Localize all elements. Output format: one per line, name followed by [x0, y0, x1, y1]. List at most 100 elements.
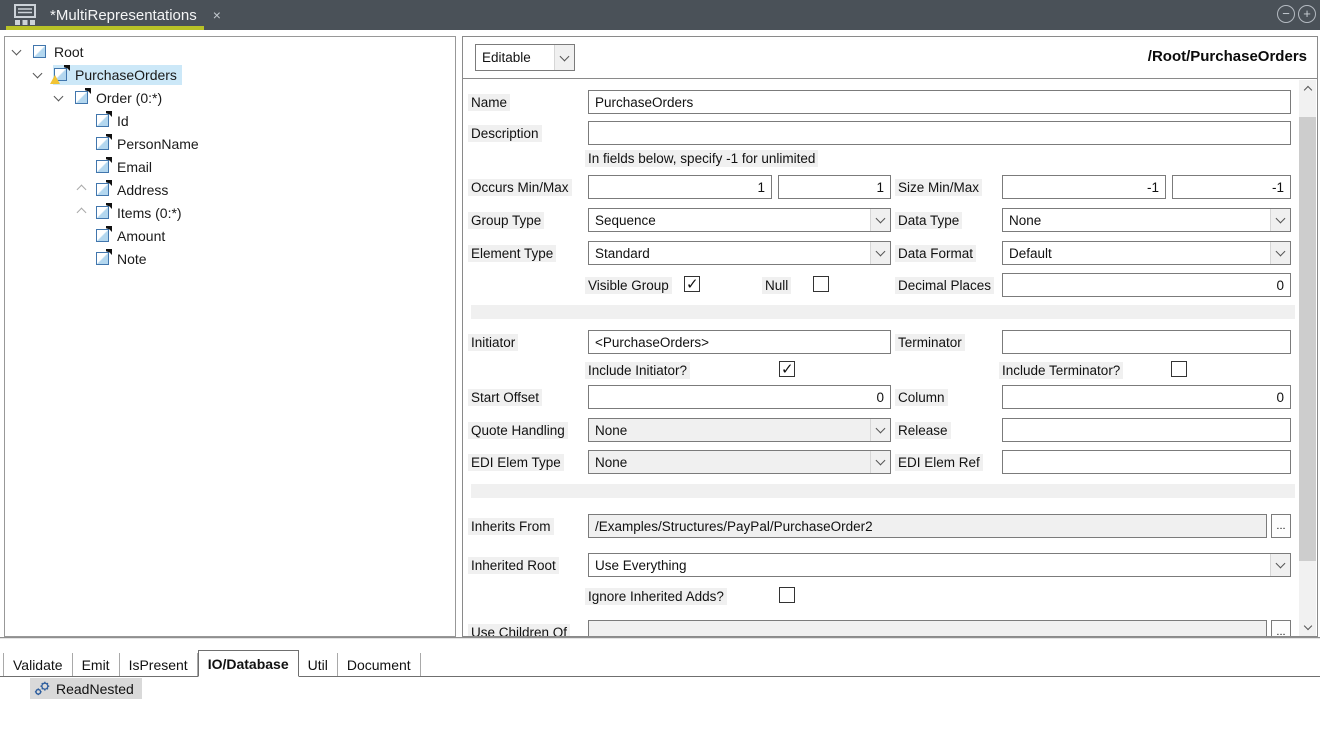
- group-type-select[interactable]: Sequence: [588, 208, 891, 232]
- release-input[interactable]: [1002, 418, 1291, 442]
- element-icon: [96, 183, 109, 196]
- edi-elem-type-label: EDI Elem Type: [468, 454, 564, 471]
- chevron-down-icon[interactable]: [1270, 554, 1290, 576]
- tree-item-label: Root: [54, 44, 84, 60]
- tree-item-email[interactable]: Email: [5, 155, 157, 178]
- chevron-down-icon[interactable]: [55, 96, 74, 100]
- tree-item-items[interactable]: Items (0:*): [5, 201, 187, 224]
- terminator-input[interactable]: [1002, 330, 1291, 354]
- tab-util[interactable]: Util: [299, 653, 338, 676]
- edi-elem-ref-input[interactable]: [1002, 450, 1291, 474]
- tab-io-database[interactable]: IO/Database: [198, 650, 299, 677]
- name-label: Name: [468, 94, 510, 111]
- tree-item-order[interactable]: Order (0:*): [5, 86, 167, 109]
- decimal-places-input[interactable]: [1002, 273, 1291, 297]
- structure-tree-panel: Root PurchaseOrders Order (0:*) Id: [4, 36, 456, 637]
- tree-item-amount[interactable]: Amount: [5, 224, 170, 247]
- occurs-min-input[interactable]: [588, 175, 772, 199]
- start-offset-input[interactable]: [588, 385, 891, 409]
- element-type-select[interactable]: Standard: [588, 241, 891, 265]
- inherits-from-input[interactable]: [588, 514, 1267, 538]
- data-format-select[interactable]: Default: [1002, 241, 1291, 265]
- occurs-max-input[interactable]: [778, 175, 891, 199]
- tree-item-note[interactable]: Note: [5, 247, 152, 270]
- element-icon: [96, 252, 109, 265]
- chevron-down-icon[interactable]: [1270, 209, 1290, 231]
- section-separator: [471, 305, 1295, 319]
- use-children-of-browse-button[interactable]: ...: [1271, 620, 1291, 637]
- visible-group-checkbox[interactable]: [684, 276, 700, 292]
- edi-elem-ref-label: EDI Elem Ref: [895, 454, 983, 471]
- initiator-input[interactable]: [588, 330, 891, 354]
- data-format-label: Data Format: [895, 245, 976, 262]
- chevron-down-icon[interactable]: [870, 451, 890, 473]
- decimal-places-label: Decimal Places: [895, 277, 994, 294]
- tab-document[interactable]: Document: [338, 653, 421, 676]
- element-icon: [75, 91, 88, 104]
- chevron-right-icon[interactable]: [76, 209, 95, 216]
- edit-mode-select[interactable]: Editable: [475, 44, 575, 71]
- use-children-of-input[interactable]: [588, 620, 1267, 637]
- tab-close-icon[interactable]: ×: [213, 7, 221, 23]
- data-type-select[interactable]: None: [1002, 208, 1291, 232]
- scrollbar-thumb[interactable]: [1299, 117, 1316, 561]
- edit-mode-value: Editable: [476, 50, 554, 65]
- form-scrollbar[interactable]: [1299, 80, 1316, 636]
- chevron-down-icon[interactable]: [554, 45, 574, 70]
- tree-item-address[interactable]: Address: [5, 178, 173, 201]
- structure-document-icon: [12, 3, 38, 27]
- size-minmax-label: Size Min/Max: [895, 179, 982, 196]
- tab-title: *MultiRepresentations: [50, 7, 197, 24]
- column-input[interactable]: [1002, 385, 1291, 409]
- zoom-in-button[interactable]: +: [1298, 5, 1316, 23]
- element-type-label: Element Type: [468, 245, 556, 262]
- chevron-right-icon[interactable]: [76, 186, 95, 193]
- name-input[interactable]: [588, 90, 1291, 114]
- tab-emit[interactable]: Emit: [73, 653, 120, 676]
- edi-elem-type-select[interactable]: None: [588, 450, 891, 474]
- horizontal-divider: [0, 637, 1320, 639]
- tree-item-purchaseorders[interactable]: PurchaseOrders: [5, 63, 182, 86]
- visible-group-label: Visible Group: [585, 277, 672, 294]
- inherited-root-select[interactable]: Use Everything: [588, 553, 1291, 577]
- zoom-out-button[interactable]: −: [1277, 5, 1295, 23]
- chevron-down-icon[interactable]: [1270, 242, 1290, 264]
- null-label: Null: [762, 277, 791, 294]
- size-min-input[interactable]: [1002, 175, 1166, 199]
- release-label: Release: [895, 422, 951, 439]
- tree-item-personname[interactable]: PersonName: [5, 132, 204, 155]
- tree-item-id[interactable]: Id: [5, 109, 134, 132]
- element-properties-form: Name Description In fields below, specif…: [462, 79, 1318, 637]
- null-checkbox[interactable]: [813, 276, 829, 292]
- description-input[interactable]: [588, 121, 1291, 145]
- tree-item-label: Items (0:*): [117, 205, 182, 221]
- column-label: Column: [895, 389, 948, 406]
- tree-item-root[interactable]: Root: [5, 40, 89, 63]
- include-terminator-label: Include Terminator?: [999, 362, 1123, 379]
- method-item-label: ReadNested: [56, 681, 134, 697]
- scrollbar-up-arrow[interactable]: [1299, 80, 1316, 97]
- include-initiator-checkbox[interactable]: [779, 361, 795, 377]
- quote-handling-select[interactable]: None: [588, 418, 891, 442]
- tree-item-label: Amount: [117, 228, 165, 244]
- chevron-down-icon[interactable]: [13, 50, 32, 54]
- chevron-down-icon[interactable]: [870, 209, 890, 231]
- initiator-label: Initiator: [468, 334, 518, 351]
- scrollbar-down-arrow[interactable]: [1299, 619, 1316, 636]
- tree-item-label: Email: [117, 159, 152, 175]
- tab-validate[interactable]: Validate: [3, 653, 73, 676]
- method-tabbar: Validate Emit IsPresent IO/Database Util…: [0, 650, 1320, 677]
- use-children-of-label: Use Children Of: [468, 624, 570, 637]
- group-type-label: Group Type: [468, 212, 544, 229]
- method-item-readnested[interactable]: ReadNested: [30, 678, 142, 699]
- inherits-from-browse-button[interactable]: ...: [1271, 514, 1291, 538]
- ignore-inherited-adds-label: Ignore Inherited Adds?: [585, 588, 727, 605]
- include-terminator-checkbox[interactable]: [1171, 361, 1187, 377]
- size-max-input[interactable]: [1172, 175, 1291, 199]
- chevron-down-icon[interactable]: [870, 242, 890, 264]
- tree-item-label: Id: [117, 113, 129, 129]
- ignore-inherited-adds-checkbox[interactable]: [779, 587, 795, 603]
- chevron-down-icon[interactable]: [870, 419, 890, 441]
- tab-ispresent[interactable]: IsPresent: [120, 653, 198, 676]
- element-warning-icon: [54, 68, 67, 81]
